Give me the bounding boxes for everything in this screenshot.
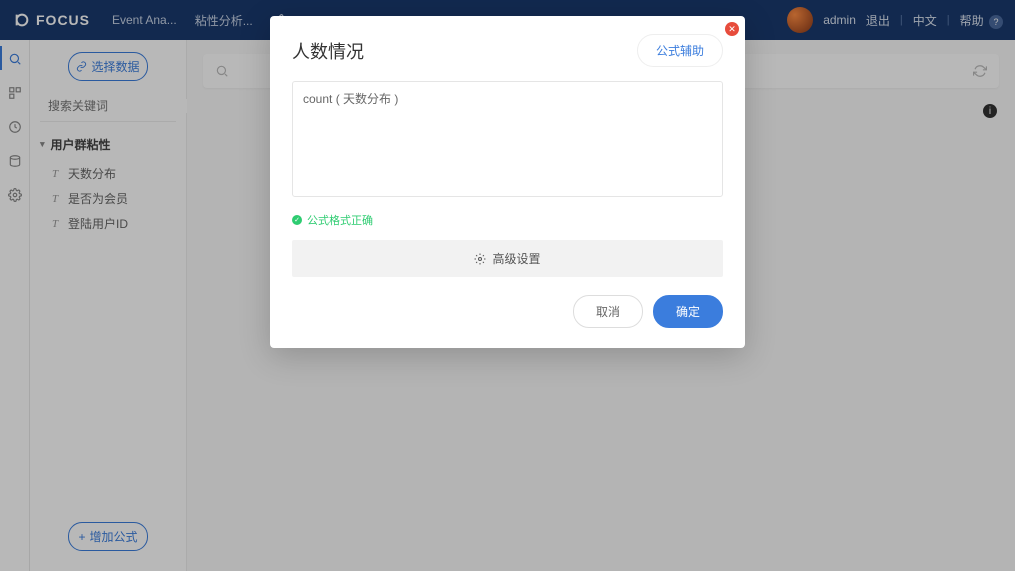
confirm-button[interactable]: 确定: [653, 295, 723, 328]
modal-header: 人数情况 公式辅助: [292, 34, 723, 67]
close-icon[interactable]: ✕: [725, 22, 739, 36]
advanced-label: 高级设置: [492, 250, 540, 267]
formula-input[interactable]: [292, 81, 723, 197]
formula-helper-button[interactable]: 公式辅助: [637, 34, 723, 67]
advanced-settings-button[interactable]: 高级设置: [292, 240, 723, 277]
modal-title: 人数情况: [292, 38, 364, 64]
cancel-button[interactable]: 取消: [573, 295, 643, 328]
validation-message: ✓ 公式格式正确: [292, 212, 723, 228]
formula-modal: ✕ 人数情况 公式辅助 ✓ 公式格式正确 高级设置 取消 确定: [270, 16, 745, 348]
check-icon: ✓: [292, 215, 302, 225]
gear-icon: [474, 253, 486, 265]
modal-actions: 取消 确定: [292, 295, 723, 328]
validation-text: 公式格式正确: [307, 212, 373, 228]
